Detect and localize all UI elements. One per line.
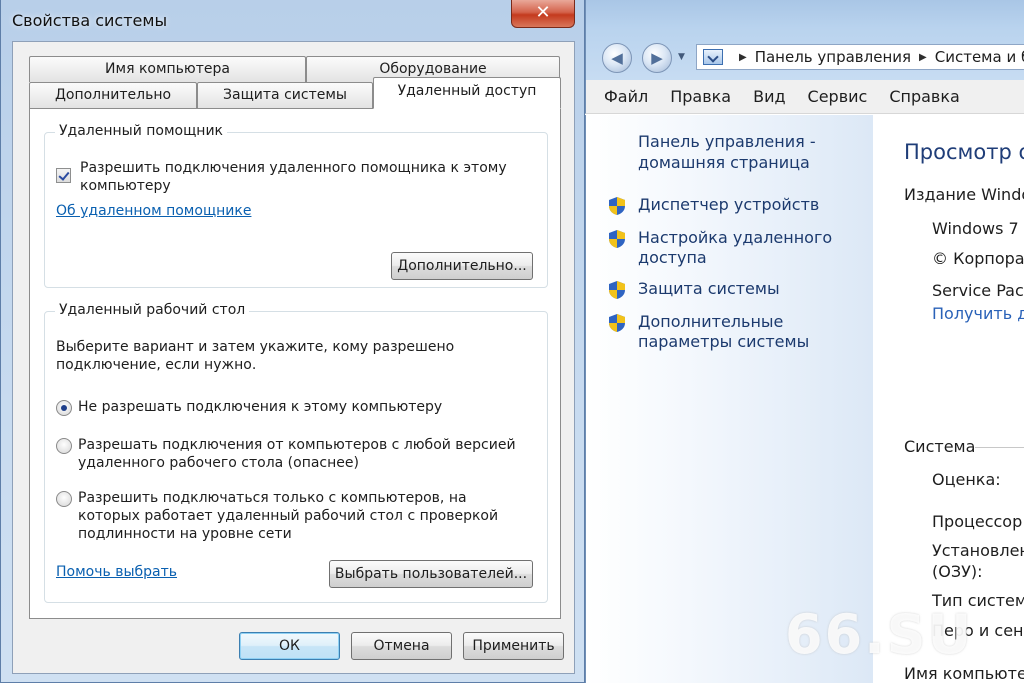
allow-remote-assistance-label[interactable]: Разрешить подключения удаленного помощни… <box>80 159 520 195</box>
control-panel-home-link[interactable]: Панель управления - домашняя страница <box>638 131 848 173</box>
help-me-choose-link[interactable]: Помочь выбрать <box>56 564 177 580</box>
tab-remote[interactable]: Удаленный доступ <box>373 77 561 109</box>
task-pane: Панель управления - домашняя страница Ди… <box>585 115 873 683</box>
menu-tools[interactable]: Сервис <box>808 87 868 106</box>
windows-edition-heading: Издание Windows <box>904 185 1024 204</box>
apply-button[interactable]: Применить <box>463 632 564 660</box>
rating-label: Оценка: <box>932 470 1001 489</box>
task-label: Диспетчер устройств <box>638 195 820 214</box>
dialog-title: Свойства системы <box>12 11 168 30</box>
task-system-protection[interactable]: Защита системы <box>608 279 878 300</box>
about-remote-assistance-link[interactable]: Об удаленном помощнике <box>56 203 251 219</box>
menu-file[interactable]: Файл <box>604 87 648 106</box>
menu-view[interactable]: Вид <box>753 87 785 106</box>
task-remote-settings[interactable]: Настройка удаленного доступа <box>608 228 878 268</box>
processor-label: Процессор: <box>932 512 1024 531</box>
uac-shield-icon <box>609 230 625 248</box>
control-panel-titlebar: ◀ ▶ ▼ ▶ Панель управления ▶ Система и б <box>585 0 1024 80</box>
close-button[interactable]: ✕ <box>511 0 575 28</box>
select-users-button[interactable]: Выбрать пользователей... <box>329 560 533 588</box>
address-bar[interactable]: ▶ Панель управления ▶ Система и б <box>696 44 1024 70</box>
system-heading: Система <box>904 437 976 456</box>
windows-version: Windows 7 П <box>932 219 1024 238</box>
task-device-manager[interactable]: Диспетчер устройств <box>608 195 878 216</box>
menu-help[interactable]: Справка <box>889 87 960 106</box>
remote-desktop-group: Удаленный рабочий стол Выберите вариант … <box>44 302 548 603</box>
breadcrumb-item-control-panel[interactable]: Панель управления <box>755 48 911 66</box>
uac-shield-icon <box>609 281 625 299</box>
task-label: Защита системы <box>638 279 780 298</box>
ok-button[interactable]: ОК <box>239 632 340 660</box>
remote-desktop-legend: Удаленный рабочий стол <box>55 302 250 318</box>
uac-shield-icon <box>609 197 625 215</box>
menu-bar: Файл Правка Вид Сервис Справка <box>585 80 1024 114</box>
forward-button[interactable]: ▶ <box>642 43 672 73</box>
control-panel-icon <box>703 49 723 65</box>
remote-tab-panel: Удаленный помощник Разрешить подключения… <box>29 108 561 619</box>
page-title: Просмотр ос <box>904 140 1024 164</box>
tab-computer-name[interactable]: Имя компьютера <box>29 56 306 82</box>
close-icon: ✕ <box>535 2 551 23</box>
radio-allow-nla-only-label[interactable]: Разрешить подключаться только с компьюте… <box>78 489 518 543</box>
remote-desktop-description: Выберите вариант и затем укажите, кому р… <box>56 339 455 373</box>
service-pack: Service Pack <box>932 281 1024 300</box>
ram-label-cont: (ОЗУ): <box>932 562 983 581</box>
dialog-client-area: Имя компьютера Оборудование Дополнительн… <box>12 41 575 674</box>
copyright: © Корпорац <box>932 249 1024 268</box>
breadcrumb-separator-icon[interactable]: ▶ <box>919 52 927 63</box>
tab-advanced[interactable]: Дополнительно <box>29 82 197 108</box>
radio-allow-nla-only[interactable] <box>56 491 72 507</box>
cancel-button[interactable]: Отмена <box>351 632 452 660</box>
history-dropdown-icon[interactable]: ▼ <box>678 52 685 62</box>
menu-edit[interactable]: Правка <box>670 87 731 106</box>
task-advanced-system-settings[interactable]: Дополнительные параметры системы <box>608 312 878 352</box>
radio-allow-any-version-label[interactable]: Разрешать подключения от компьютеров с л… <box>78 436 518 472</box>
radio-allow-any-version[interactable] <box>56 438 72 454</box>
ram-label: Установлен <box>932 541 1024 560</box>
radio-deny-connections[interactable] <box>56 400 72 416</box>
back-arrow-icon: ◀ <box>611 49 623 67</box>
task-label: Настройка удаленного доступа <box>638 228 833 267</box>
remote-assistance-legend: Удаленный помощник <box>55 123 228 139</box>
task-label: Дополнительные параметры системы <box>638 312 810 351</box>
remote-assistance-group: Удаленный помощник Разрешить подключения… <box>44 123 548 288</box>
section-divider <box>975 447 1024 448</box>
computer-name-heading: Имя компьютер <box>904 664 1024 683</box>
get-more-features-link[interactable]: Получить до <box>932 304 1024 323</box>
uac-shield-icon <box>609 314 625 332</box>
breadcrumb-separator-icon[interactable]: ▶ <box>739 52 747 63</box>
radio-deny-connections-label[interactable]: Не разрешать подключения к этому компьют… <box>78 398 518 416</box>
allow-remote-assistance-checkbox[interactable] <box>56 168 71 183</box>
tab-system-protection[interactable]: Защита системы <box>197 82 373 108</box>
back-button[interactable]: ◀ <box>602 43 632 73</box>
breadcrumb-item-system[interactable]: Система и б <box>935 48 1024 66</box>
control-panel-window: ◀ ▶ ▼ ▶ Панель управления ▶ Система и б … <box>585 0 1024 683</box>
system-info-pane: Просмотр ос Издание Windows Windows 7 П … <box>873 115 1024 683</box>
forward-arrow-icon: ▶ <box>651 49 663 67</box>
system-properties-dialog: Свойства системы ✕ Имя компьютера Оборуд… <box>0 0 585 683</box>
remote-assistance-advanced-button[interactable]: Дополнительно... <box>391 252 533 280</box>
site-watermark: 66.SU <box>785 603 974 666</box>
